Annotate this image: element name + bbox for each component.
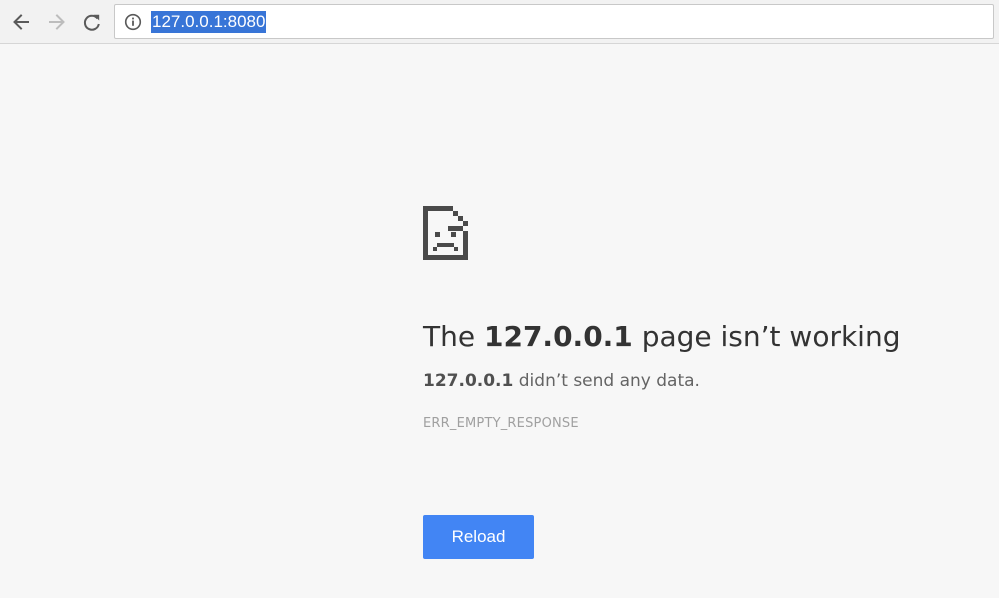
title-prefix: The — [423, 320, 484, 353]
arrow-right-icon — [49, 14, 65, 30]
error-title: The 127.0.0.1 page isn’t working — [423, 320, 963, 354]
forward-button[interactable] — [44, 9, 70, 35]
title-suffix: page isn’t working — [632, 320, 901, 353]
info-icon[interactable] — [124, 13, 142, 31]
error-description: 127.0.0.1 didn’t send any data. — [423, 370, 963, 392]
error-code: ERR_EMPTY_RESPONSE — [423, 416, 579, 431]
address-bar[interactable]: 127.0.0.1:8080 — [114, 4, 994, 39]
url-text[interactable]: 127.0.0.1:8080 — [151, 11, 267, 33]
back-button[interactable] — [8, 9, 34, 35]
reload-button[interactable] — [79, 9, 105, 35]
title-host: 127.0.0.1 — [483, 320, 633, 353]
sad-page-icon — [423, 206, 468, 260]
reload-icon — [83, 14, 100, 31]
desc-host: 127.0.0.1 — [423, 371, 514, 391]
reload-page-button[interactable]: Reload — [423, 515, 534, 559]
arrow-left-icon — [13, 14, 29, 30]
error-content: The 127.0.0.1 page isn’t working 127.0.0… — [423, 206, 963, 432]
browser-toolbar: 127.0.0.1:8080 — [0, 0, 999, 44]
desc-suffix: didn’t send any data. — [513, 371, 700, 391]
